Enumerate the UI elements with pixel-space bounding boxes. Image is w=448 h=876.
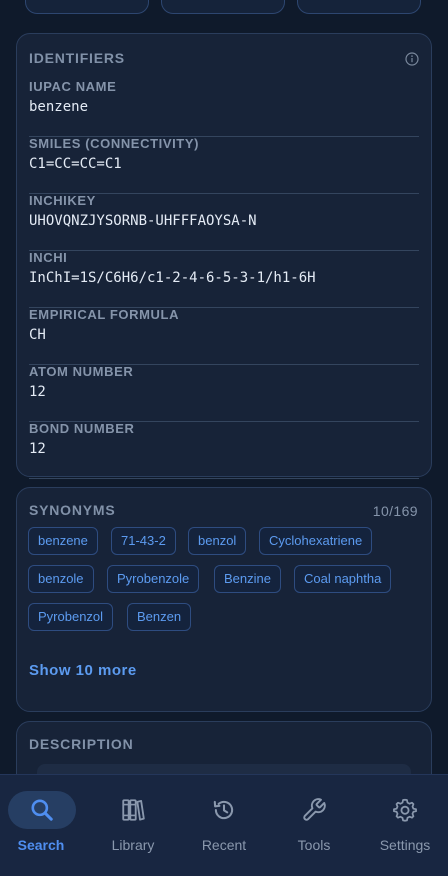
nav-label: Settings: [379, 837, 431, 853]
synonym-chip[interactable]: Cyclohexatriene: [259, 527, 373, 555]
nav-item-settings[interactable]: Settings: [360, 775, 448, 876]
synonym-chip[interactable]: benzole: [28, 565, 94, 593]
gear-icon: [393, 798, 417, 822]
nav-label: Tools: [297, 837, 331, 853]
history-icon: [213, 800, 234, 820]
field-value: CH: [29, 327, 46, 343]
field-smiles: SMILES (CONNECTIVITY) C1=CC=CC=C1: [29, 136, 419, 194]
nav-item-search[interactable]: Search: [0, 775, 90, 876]
nav-item-library[interactable]: Library: [88, 775, 178, 876]
synonym-chip[interactable]: Benzen: [127, 603, 192, 631]
nav-label: Search: [17, 837, 65, 853]
synonym-chip[interactable]: 71-43-2: [111, 527, 176, 555]
library-icon: [122, 799, 145, 821]
field-iupac-name: IUPAC NAME benzene: [29, 79, 419, 137]
field-value: UHOVQNZJYSORNB-UHFFFAOYSA-N: [29, 213, 257, 229]
nav-label: Library: [111, 837, 155, 853]
nav-item-recent[interactable]: Recent: [179, 775, 269, 876]
top-action-button-2[interactable]: [161, 0, 285, 14]
field-atom-number: ATOM NUMBER 12: [29, 364, 419, 422]
field-value: InChI=1S/C6H6/c1-2-4-6-5-3-1/h1-6H: [29, 270, 316, 286]
top-action-button-3[interactable]: [297, 0, 421, 14]
field-label: INCHIKEY: [29, 193, 96, 208]
show-more-link[interactable]: Show 10 more: [29, 662, 137, 679]
field-value: C1=CC=CC=C1: [29, 156, 122, 172]
field-label: INCHI: [29, 250, 68, 265]
nav-item-tools[interactable]: Tools: [269, 775, 359, 876]
search-icon: [31, 799, 53, 821]
synonym-chip[interactable]: Pyrobenzol: [28, 603, 114, 631]
synonym-chip[interactable]: Pyrobenzole: [107, 565, 200, 593]
wrench-icon: [303, 798, 326, 821]
nav-label: Recent: [201, 837, 247, 853]
field-value: 12: [29, 384, 46, 400]
field-inchikey: INCHIKEY UHOVQNZJYSORNB-UHFFFAOYSA-N: [29, 193, 419, 251]
field-label: EMPIRICAL FORMULA: [29, 307, 180, 322]
field-label: IUPAC NAME: [29, 79, 117, 94]
field-label: SMILES (CONNECTIVITY): [29, 136, 200, 151]
top-action-button-1[interactable]: [25, 0, 149, 14]
synonyms-card: SYNONYMS 10/169 benzene 71-43-2 benzol C…: [16, 487, 432, 712]
field-label: ATOM NUMBER: [29, 364, 134, 379]
field-inchi: INCHI InChI=1S/C6H6/c1-2-4-6-5-3-1/h1-6H: [29, 250, 419, 308]
synonyms-title: SYNONYMS: [29, 502, 116, 518]
synonym-chip[interactable]: Benzine: [214, 565, 281, 593]
synonym-chip[interactable]: benzene: [28, 527, 98, 555]
synonyms-count: 10/169: [372, 503, 418, 519]
field-label: BOND NUMBER: [29, 421, 135, 436]
field-value: benzene: [29, 99, 89, 115]
identifiers-title: IDENTIFIERS: [29, 50, 125, 66]
synonym-chip[interactable]: Coal naphtha: [294, 565, 392, 593]
top-action-row: [16, 0, 432, 16]
field-empirical-formula: EMPIRICAL FORMULA CH: [29, 307, 419, 365]
field-bond-number: BOND NUMBER 12: [29, 421, 419, 479]
identifiers-card: IDENTIFIERS IUPAC NAME benzene SMILES (C…: [16, 33, 432, 479]
description-title: DESCRIPTION: [29, 736, 134, 752]
bottom-nav: Search Library Recent Tools Settings: [0, 774, 448, 876]
info-icon[interactable]: [405, 52, 419, 66]
field-value: 12: [29, 441, 46, 457]
synonym-chip[interactable]: benzol: [188, 527, 247, 555]
